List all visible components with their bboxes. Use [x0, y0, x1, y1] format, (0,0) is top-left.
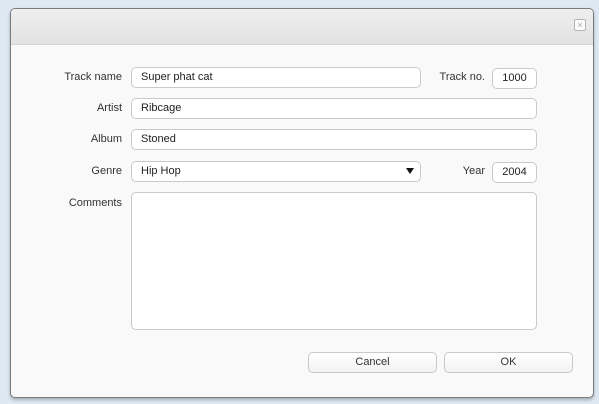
genre-label: Genre	[91, 165, 122, 177]
album-label: Album	[90, 133, 122, 145]
comments-label: Comments	[68, 197, 122, 209]
album-input[interactable]: Stoned	[131, 129, 537, 150]
edit-track-dialog: × Track name Super phat cat Track no. 10…	[10, 8, 594, 398]
comments-textarea[interactable]	[131, 192, 537, 330]
track-no-input[interactable]: 1000	[492, 68, 537, 89]
artist-input[interactable]: Ribcage	[131, 98, 537, 119]
ok-button[interactable]: OK	[444, 352, 573, 373]
track-no-label: Track no.	[439, 71, 485, 83]
track-name-label: Track name	[64, 71, 122, 83]
genre-select[interactable]: Hip Hop	[131, 161, 421, 182]
year-input[interactable]: 2004	[492, 162, 537, 183]
chevron-down-icon	[406, 168, 414, 174]
cancel-button[interactable]: Cancel	[308, 352, 437, 373]
year-label: Year	[462, 165, 485, 177]
dialog-titlebar: ×	[11, 9, 593, 45]
close-icon[interactable]: ×	[574, 19, 586, 31]
artist-label: Artist	[96, 102, 122, 114]
track-name-input[interactable]: Super phat cat	[131, 67, 421, 88]
genre-selected-value: Hip Hop	[141, 165, 181, 177]
